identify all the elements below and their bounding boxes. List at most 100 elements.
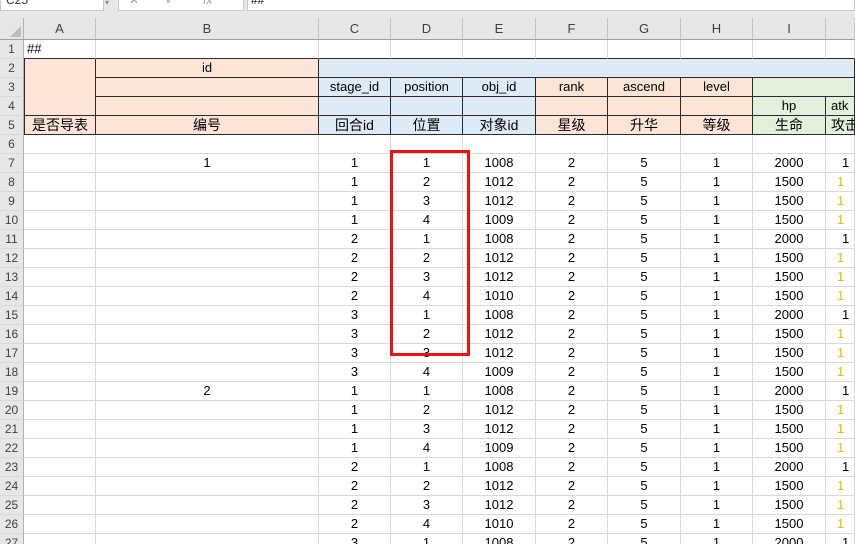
cell-D13[interactable]: 3 — [391, 268, 463, 287]
cell-E17[interactable]: 1012 — [463, 344, 536, 363]
cell-E1[interactable] — [463, 40, 536, 59]
cell-D14[interactable]: 4 — [391, 287, 463, 306]
row-header-1[interactable]: 1 — [0, 40, 24, 59]
cell-G15[interactable]: 5 — [608, 306, 681, 325]
cell-C7[interactable]: 1 — [319, 154, 391, 173]
cell-H20[interactable]: 1 — [681, 401, 753, 420]
row-header-23[interactable]: 23 — [0, 458, 24, 477]
cell-E15[interactable]: 1008 — [463, 306, 536, 325]
cell-F21[interactable]: 2 — [536, 420, 608, 439]
cell-G7[interactable]: 5 — [608, 154, 681, 173]
header-star[interactable]: 星级 — [536, 116, 608, 135]
cell-B4[interactable] — [96, 97, 319, 116]
cell-G10[interactable]: 5 — [608, 211, 681, 230]
cell-D24[interactable]: 2 — [391, 477, 463, 496]
cell-B23[interactable] — [96, 458, 319, 477]
cell-F6[interactable] — [536, 135, 608, 154]
cell-H15[interactable]: 1 — [681, 306, 753, 325]
cell-D15[interactable]: 1 — [391, 306, 463, 325]
cell-J11[interactable]: 1 — [826, 230, 855, 249]
cell-F1[interactable] — [536, 40, 608, 59]
cell-H14[interactable]: 1 — [681, 287, 753, 306]
cell-I10[interactable]: 1500 — [753, 211, 826, 230]
cell-G14[interactable]: 5 — [608, 287, 681, 306]
cell-F27[interactable]: 2 — [536, 534, 608, 544]
name-box[interactable]: C25 — [0, 0, 104, 11]
column-header-G[interactable]: G — [608, 18, 681, 39]
header-ascend-cn[interactable]: 升华 — [608, 116, 681, 135]
cell-H12[interactable]: 1 — [681, 249, 753, 268]
cell-D6[interactable] — [391, 135, 463, 154]
cell-C8[interactable]: 1 — [319, 173, 391, 192]
cell-A22[interactable] — [24, 439, 96, 458]
cell-E9[interactable]: 1012 — [463, 192, 536, 211]
cell-E16[interactable]: 1012 — [463, 325, 536, 344]
insert-function-icon[interactable]: fx — [203, 0, 212, 12]
row-header-2[interactable]: 2 — [0, 59, 24, 78]
cell-E24[interactable]: 1012 — [463, 477, 536, 496]
cell-E19[interactable]: 1008 — [463, 382, 536, 401]
row-header-5[interactable]: 5 — [0, 116, 24, 135]
row-header-16[interactable]: 16 — [0, 325, 24, 344]
cell-D11[interactable]: 1 — [391, 230, 463, 249]
cell-C23[interactable]: 2 — [319, 458, 391, 477]
cell-F12[interactable]: 2 — [536, 249, 608, 268]
cell-I13[interactable]: 1500 — [753, 268, 826, 287]
row-header-13[interactable]: 13 — [0, 268, 24, 287]
cell-D7[interactable]: 1 — [391, 154, 463, 173]
cell-F7[interactable]: 2 — [536, 154, 608, 173]
cell-D23[interactable]: 1 — [391, 458, 463, 477]
cell-F14[interactable]: 2 — [536, 287, 608, 306]
cell-B26[interactable] — [96, 515, 319, 534]
cell-E10[interactable]: 1009 — [463, 211, 536, 230]
header-export-flag[interactable]: 是否导表 — [24, 116, 96, 135]
cell-E25[interactable]: 1012 — [463, 496, 536, 515]
cell-B19[interactable]: 2 — [96, 382, 319, 401]
cell-F26[interactable]: 2 — [536, 515, 608, 534]
cell-J9[interactable]: 1 — [826, 192, 855, 211]
cell-A27[interactable] — [24, 534, 96, 544]
cell-C26[interactable]: 2 — [319, 515, 391, 534]
cell-C1[interactable] — [319, 40, 391, 59]
row-header-26[interactable]: 26 — [0, 515, 24, 534]
cell-C14[interactable]: 2 — [319, 287, 391, 306]
cell-B24[interactable] — [96, 477, 319, 496]
cell-A25[interactable] — [24, 496, 96, 515]
cell-F22[interactable]: 2 — [536, 439, 608, 458]
cell-B27[interactable] — [96, 534, 319, 544]
cell-H7[interactable]: 1 — [681, 154, 753, 173]
row-header-10[interactable]: 10 — [0, 211, 24, 230]
cell-I7[interactable]: 2000 — [753, 154, 826, 173]
cell-F25[interactable]: 2 — [536, 496, 608, 515]
cell-H1[interactable] — [681, 40, 753, 59]
select-all-corner[interactable] — [0, 18, 24, 39]
cell-A13[interactable] — [24, 268, 96, 287]
row-header-18[interactable]: 18 — [0, 363, 24, 382]
cell-C13[interactable]: 2 — [319, 268, 391, 287]
cell-C11[interactable]: 2 — [319, 230, 391, 249]
row-header-8[interactable]: 8 — [0, 173, 24, 192]
cell-A9[interactable] — [24, 192, 96, 211]
cell-C17[interactable]: 3 — [319, 344, 391, 363]
column-header-D[interactable]: D — [391, 18, 463, 39]
cell-E12[interactable]: 1012 — [463, 249, 536, 268]
cell-B20[interactable] — [96, 401, 319, 420]
cell-A24[interactable] — [24, 477, 96, 496]
cell-D21[interactable]: 3 — [391, 420, 463, 439]
cell-E6[interactable] — [463, 135, 536, 154]
cell-E27[interactable]: 1008 — [463, 534, 536, 544]
cell-H21[interactable]: 1 — [681, 420, 753, 439]
row-header-24[interactable]: 24 — [0, 477, 24, 496]
cell-C16[interactable]: 3 — [319, 325, 391, 344]
cell-B21[interactable] — [96, 420, 319, 439]
row-header-27[interactable]: 27 — [0, 534, 24, 544]
cell-I21[interactable]: 1500 — [753, 420, 826, 439]
header-position-cn[interactable]: 位置 — [391, 116, 463, 135]
cell-G11[interactable]: 5 — [608, 230, 681, 249]
row-header-9[interactable]: 9 — [0, 192, 24, 211]
cell-D25[interactable]: 3 — [391, 496, 463, 515]
header-hp-cn[interactable]: 生命 — [753, 116, 826, 135]
header-atk[interactable]: atk — [826, 97, 855, 116]
cell-G4[interactable] — [608, 97, 681, 116]
row-header-12[interactable]: 12 — [0, 249, 24, 268]
